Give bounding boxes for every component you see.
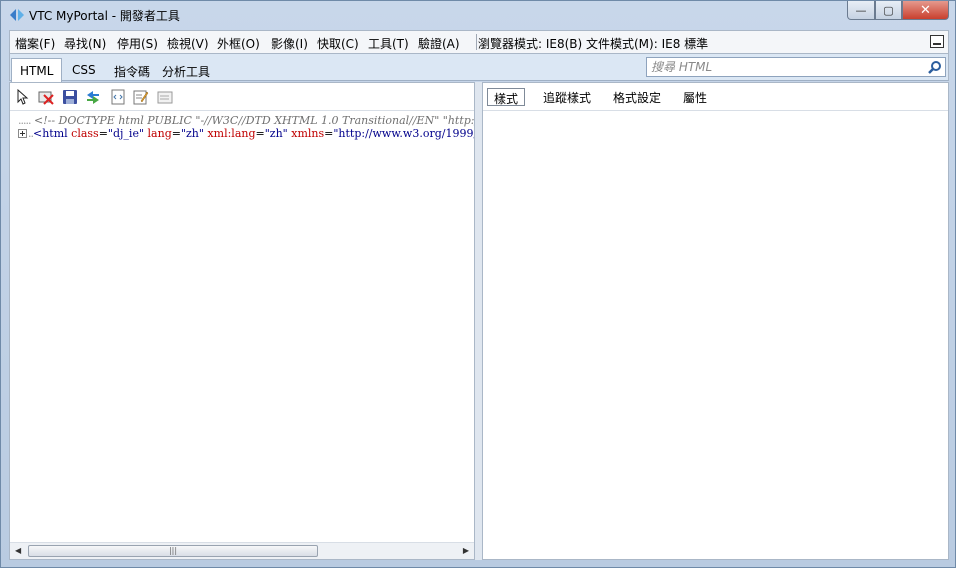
menu-images[interactable]: 影像(I) [271, 35, 308, 52]
close-button[interactable]: ✕ [902, 1, 949, 20]
pane-splitter[interactable] [475, 82, 482, 560]
edit-icon[interactable] [133, 89, 149, 105]
menu-view[interactable]: 檢視(V) [167, 35, 209, 52]
attr-name: xml:lang [207, 127, 256, 140]
search-icon[interactable] [927, 60, 942, 75]
tab-attributes[interactable]: 屬性 [677, 88, 713, 106]
html-pane: ..... <!-- DOCTYPE html PUBLIC "-//W3C//… [9, 82, 475, 560]
scroll-right-icon[interactable]: ▶ [463, 546, 469, 555]
menu-outline[interactable]: 外框(O) [217, 35, 260, 52]
attr-name: xmlns [291, 127, 325, 140]
style-pane: 樣式 追蹤樣式 格式設定 屬性 [482, 82, 949, 560]
devtools-icon [10, 9, 24, 21]
search-input[interactable] [651, 59, 921, 75]
minimize-button[interactable]: — [847, 1, 875, 20]
menu-find[interactable]: 尋找(N) [64, 35, 106, 52]
search-box [646, 57, 946, 77]
tab-css[interactable]: CSS [64, 58, 104, 82]
maximize-button[interactable]: ▢ [875, 1, 902, 20]
select-element-icon[interactable] [15, 89, 31, 105]
menu-cache[interactable]: 快取(C) [317, 35, 359, 52]
dom-tree: ..... <!-- DOCTYPE html PUBLIC "-//W3C//… [10, 111, 474, 541]
clear-browser-cache-icon[interactable] [38, 89, 54, 105]
close-icon: ✕ [920, 2, 931, 18]
tab-layout[interactable]: 格式設定 [607, 88, 667, 106]
menu-separator [476, 34, 477, 50]
doctype-comment: <!-- DOCTYPE html PUBLIC "-//W3C//DTD XH… [33, 114, 474, 127]
attr-value: "http://www.w3.org/1999/xhtml" [333, 127, 474, 140]
refresh-icon[interactable] [85, 89, 101, 105]
tab-script[interactable]: 指令碼 [106, 58, 158, 82]
devtools-window: VTC MyPortal - 開發者工具 — ▢ ✕ 檔案(F) 尋找(N) 停… [0, 0, 956, 568]
attr-value: "zh" [180, 127, 204, 140]
attr-value: "dj_ie" [107, 127, 145, 140]
tab-profiler[interactable]: 分析工具 [154, 58, 218, 82]
menu-document-mode[interactable]: 文件模式(M): IE8 標準 [586, 35, 708, 52]
save-icon[interactable] [62, 89, 78, 105]
dom-element-source-icon[interactable] [157, 89, 173, 105]
expand-icon[interactable] [18, 129, 27, 138]
style-tab-bar: 樣式 追蹤樣式 格式設定 屬性 [483, 83, 948, 111]
tab-style[interactable]: 樣式 [487, 88, 526, 106]
attr-name: lang [147, 127, 172, 140]
menu-browser-mode[interactable]: 瀏覽器模式: IE8(B) [478, 35, 582, 52]
unpin-icon[interactable] [930, 35, 944, 48]
tab-trace-styles[interactable]: 追蹤樣式 [537, 88, 597, 106]
window-title: VTC MyPortal - 開發者工具 [29, 9, 180, 23]
attr-value: "zh" [264, 127, 288, 140]
html-tag-open: <html [33, 127, 68, 140]
tree-connector: ..... [18, 114, 32, 127]
html-toolbar [10, 83, 474, 111]
menu-file[interactable]: 檔案(F) [15, 35, 55, 52]
menu-tools[interactable]: 工具(T) [368, 35, 409, 52]
tab-html[interactable]: HTML [11, 58, 63, 82]
attr-name: class [71, 127, 99, 140]
maximize-icon: ▢ [883, 3, 894, 17]
title-bar[interactable]: VTC MyPortal - 開發者工具 — ▢ ✕ [1, 1, 955, 29]
menu-disable[interactable]: 停用(S) [117, 35, 158, 52]
minimize-icon: — [855, 3, 867, 17]
scroll-left-icon[interactable]: ◀ [15, 546, 21, 555]
main-tab-bar: HTML CSS 指令碼 分析工具 [9, 53, 949, 82]
word-wrap-icon[interactable] [110, 89, 126, 105]
html-node[interactable]: ..<html class="dj_ie" lang="zh" xml:lang… [18, 127, 474, 140]
doctype-node[interactable]: ..... <!-- DOCTYPE html PUBLIC "-//W3C//… [18, 114, 474, 127]
menu-bar: 檔案(F) 尋找(N) 停用(S) 檢視(V) 外框(O) 影像(I) 快取(C… [9, 30, 949, 53]
scroll-thumb[interactable]: ||| [28, 545, 318, 557]
menu-validate[interactable]: 驗證(A) [418, 35, 460, 52]
horizontal-scrollbar[interactable]: ◀ ||| ▶ [10, 542, 474, 559]
